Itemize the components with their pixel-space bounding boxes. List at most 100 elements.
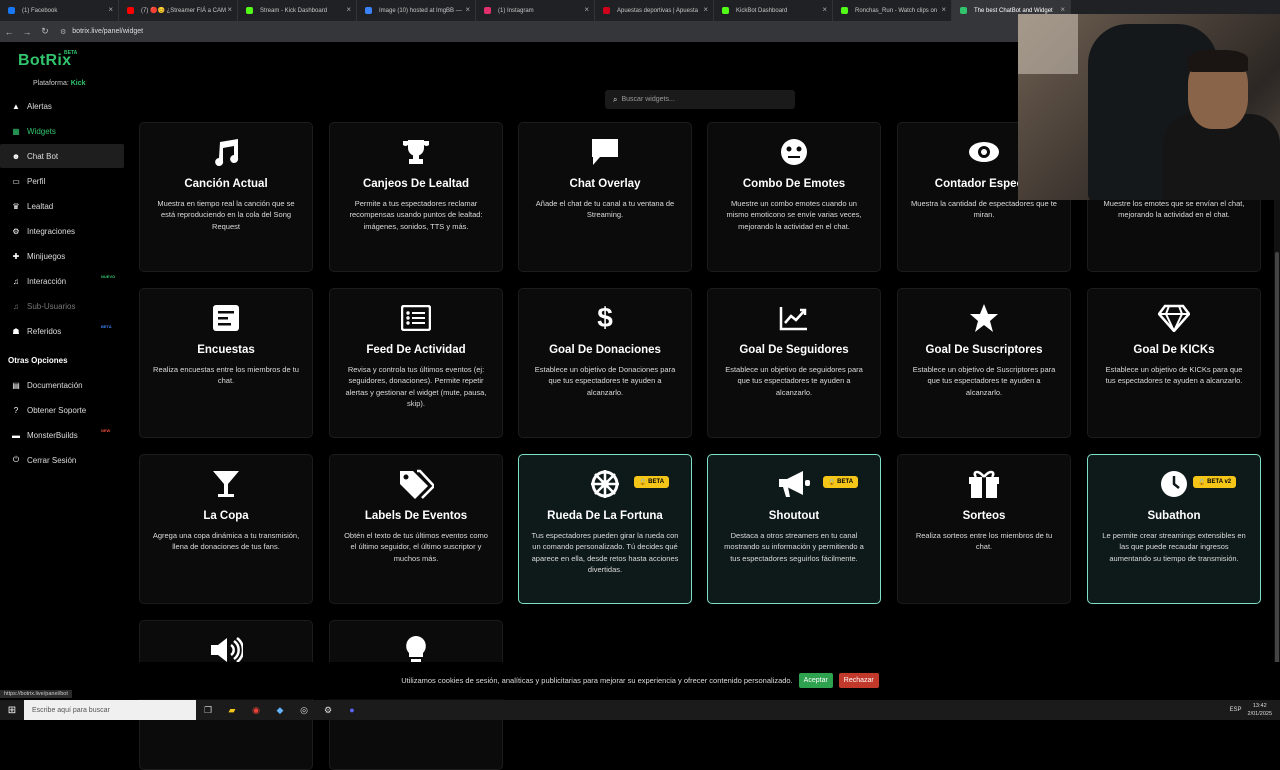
search-icon: ⌕ xyxy=(613,94,618,104)
widget-card[interactable]: 🔒 BETA v2 Subathon Le permite crear stream… xyxy=(1087,454,1261,604)
browser-tab[interactable]: KickBot Dashboard × xyxy=(714,0,833,21)
back-icon[interactable]: ← xyxy=(0,27,18,37)
file-explorer-icon[interactable]: ▰ xyxy=(220,705,244,716)
browser-tab[interactable]: (1) Facebook × xyxy=(0,0,119,21)
task-view-icon[interactable]: ❐ xyxy=(196,705,220,716)
speaker-icon xyxy=(140,635,312,665)
widget-card[interactable]: 🔒 BETA Shoutout Destaca a otros streamers … xyxy=(707,454,881,604)
close-tab-icon[interactable]: × xyxy=(227,5,232,14)
clock[interactable]: 13:42 2/01/2025 xyxy=(1248,702,1272,718)
sidebar-item-monsterbuilds[interactable]: ▬ MonsterBuilds NEW xyxy=(0,423,124,447)
sidebar-item-interacci-n[interactable]: ♫ Interacción NUEVO xyxy=(0,269,124,293)
sidebar-item-sub-usuarios[interactable]: ♫ Sub-Usuarios xyxy=(0,294,124,318)
obs-icon[interactable]: ◎ xyxy=(292,705,316,716)
webcam-overlay xyxy=(1018,14,1280,200)
sidebar-item-perfil[interactable]: ▭ Perfil xyxy=(0,169,124,193)
widget-card[interactable]: Chat Overlay Añade el chat de tu canal a … xyxy=(518,122,692,272)
beta-badge: 🔒 BETA v2 xyxy=(1193,476,1237,488)
sidebar-item-label: Alertas xyxy=(27,101,52,111)
widget-card[interactable]: Canción Actual Muestra en tiempo real la … xyxy=(139,122,313,272)
taskbar-search-placeholder: Escribe aquí para buscar xyxy=(32,706,110,714)
settings-icon[interactable]: ⚙ xyxy=(316,705,340,716)
music-note-icon xyxy=(140,137,312,167)
scrollbar-thumb[interactable] xyxy=(1275,252,1279,672)
taskbar-search-input[interactable]: Escribe aquí para buscar xyxy=(24,700,196,720)
sidebar-item-label: Obtener Soporte xyxy=(27,405,87,415)
warning-icon: ▲ xyxy=(12,101,20,111)
close-tab-icon[interactable]: × xyxy=(1060,5,1065,14)
widget-title: Canción Actual xyxy=(184,178,268,190)
beta-badge: 🔒 BETA xyxy=(634,476,670,488)
cocktail-icon xyxy=(140,469,312,499)
accept-cookies-button[interactable]: Aceptar xyxy=(798,673,833,688)
widget-search-input[interactable]: ⌕ Buscar widgets... xyxy=(605,90,795,109)
tab-favicon-icon xyxy=(603,7,610,14)
cookie-banner: Utilizamos cookies de sesión, analíticas… xyxy=(0,662,1280,699)
browser-tab[interactable]: (7) 🔴😊 ¿Streamer FIÁ a CAM × xyxy=(119,0,238,21)
widget-card[interactable]: La Copa Agrega una copa dinámica a tu tra… xyxy=(139,454,313,604)
close-tab-icon[interactable]: × xyxy=(465,5,470,14)
lightbulb-icon xyxy=(330,635,502,665)
sidebar-item-integraciones[interactable]: ⚙ Integraciones xyxy=(0,219,124,243)
widget-title: Subathon xyxy=(1147,510,1201,522)
url-field[interactable]: botrix.live/panel/widget xyxy=(72,28,143,35)
close-tab-icon[interactable]: × xyxy=(584,5,589,14)
widget-card[interactable]: $ Goal De Donaciones Establece un objetivo… xyxy=(518,288,692,438)
widget-card[interactable]: Goal De KICKs Establece un objetivo de KI… xyxy=(1087,288,1261,438)
sidebar-item-label: Cerrar Sesión xyxy=(27,455,77,465)
widget-card[interactable]: Goal De Suscriptores Establece un objetiv… xyxy=(897,288,1071,438)
sidebar-item-cerrar-sesi-n[interactable]: ⏻ Cerrar Sesión xyxy=(0,448,124,472)
widget-description: Agrega una copa dinámica a tu transmisió… xyxy=(152,531,300,552)
book-icon: ▤ xyxy=(12,380,20,390)
browser-tab[interactable]: Ronchas_Run - Watch clips on × xyxy=(833,0,952,21)
browser-tab[interactable]: Stream - Kick Dashboard × xyxy=(238,0,357,21)
sidebar-item-chat-bot[interactable]: ☻ Chat Bot xyxy=(0,144,124,168)
tab-favicon-icon xyxy=(722,7,729,14)
sidebar-item-label: MonsterBuilds xyxy=(27,430,78,440)
sidebar-item-alertas[interactable]: ▲ Alertas xyxy=(0,94,124,118)
widget-title: Chat Overlay xyxy=(569,178,641,190)
widget-card[interactable]: Canjeos De Lealtad Permite a tus espectad… xyxy=(329,122,503,272)
widget-card[interactable]: Combo De Emotes Muestre un combo emotes c… xyxy=(707,122,881,272)
discord-icon[interactable]: ● xyxy=(340,705,364,715)
widget-title: Feed De Actividad xyxy=(366,344,466,356)
windows-start-icon[interactable]: ⊞ xyxy=(0,705,24,716)
close-tab-icon[interactable]: × xyxy=(703,5,708,14)
site-info-icon[interactable]: ⚙ xyxy=(60,28,66,36)
help-icon: ? xyxy=(13,405,19,415)
reject-cookies-button[interactable]: Rechazar xyxy=(838,673,879,688)
close-tab-icon[interactable]: × xyxy=(822,5,827,14)
chrome-icon[interactable]: ◉ xyxy=(244,705,268,716)
language-indicator[interactable]: ESP xyxy=(1230,707,1242,713)
widget-description: Realiza sorteos entre los miembros de tu… xyxy=(915,531,1053,552)
browser-tab[interactable]: Apuestas deportivas | Apuesta × xyxy=(595,0,714,21)
forward-icon[interactable]: → xyxy=(18,27,36,37)
badge-label: BETA xyxy=(648,479,665,485)
browser-tab[interactable]: Image (10) hosted at ImgBB — × xyxy=(357,0,476,21)
widget-card[interactable]: Sorteos Realiza sorteos entre los miembro… xyxy=(897,454,1071,604)
sidebar-item-tag: BETA xyxy=(101,324,112,329)
widget-card[interactable]: Goal De Seguidores Establece un objetivo … xyxy=(707,288,881,438)
badge-label: BETA v2 xyxy=(1207,479,1232,485)
close-tab-icon[interactable]: × xyxy=(941,5,946,14)
poll-icon xyxy=(140,303,312,333)
close-tab-icon[interactable]: × xyxy=(346,5,351,14)
browser-tab[interactable]: (1) Instagram × xyxy=(476,0,595,21)
diamond-icon xyxy=(1088,303,1260,333)
sidebar-item-documentaci-n[interactable]: ▤ Documentación xyxy=(0,373,124,397)
sidebar-item-minijuegos[interactable]: ✚ Minijuegos xyxy=(0,244,124,268)
widget-card[interactable]: 🔒 BETA Rueda De La Fortuna Tus espectadore… xyxy=(518,454,692,604)
app-icon[interactable]: ◆ xyxy=(268,705,292,716)
widget-card[interactable]: Encuestas Realiza encuestas entre los mie… xyxy=(139,288,313,438)
widget-card[interactable]: Labels De Eventos Obtén el texto de tus ú… xyxy=(329,454,503,604)
widget-title: Goal De Donaciones xyxy=(549,344,661,356)
sidebar-item-label: Documentación xyxy=(27,380,83,390)
sidebar-item-tag: NUEVO xyxy=(101,274,116,279)
close-tab-icon[interactable]: × xyxy=(108,5,113,14)
sidebar-item-widgets[interactable]: ▦ Widgets xyxy=(0,119,124,143)
reload-icon[interactable]: ↻ xyxy=(36,26,54,37)
sidebar-item-obtener-soporte[interactable]: ? Obtener Soporte xyxy=(0,398,124,422)
widget-card[interactable]: Feed De Actividad Revisa y controla tus ú… xyxy=(329,288,503,438)
sidebar-item-lealtad[interactable]: ♛ Lealtad xyxy=(0,194,124,218)
sidebar-item-referidos[interactable]: ☗ Referidos BETA xyxy=(0,319,124,343)
